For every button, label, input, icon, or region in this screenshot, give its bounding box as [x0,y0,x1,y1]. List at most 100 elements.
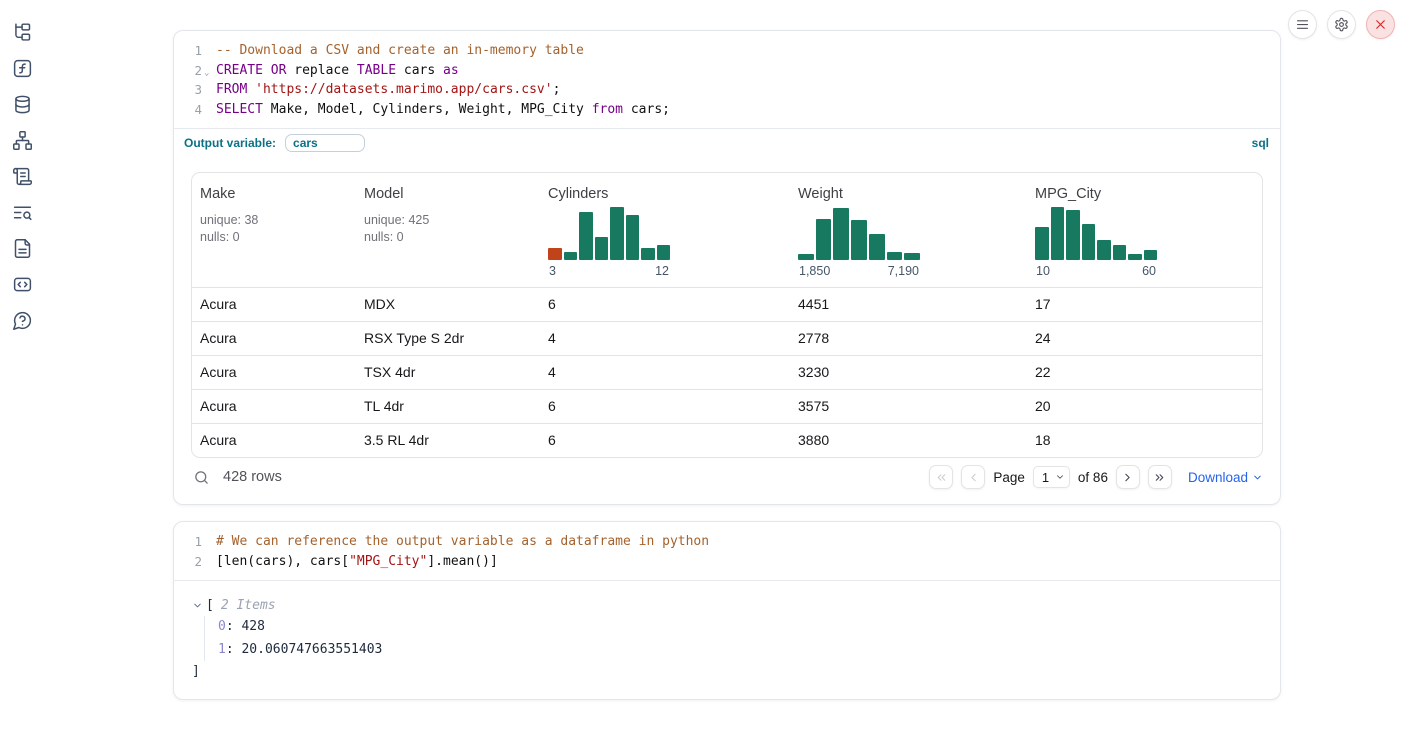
fold-line-icon[interactable]: ⌄ [204,64,209,84]
histogram-cylinders[interactable]: 312 [548,205,670,278]
table-row: AcuraRSX Type S 2dr4277824 [192,321,1262,355]
table-cell: 24 [1027,322,1262,355]
collapse-chevron-icon[interactable] [192,600,203,611]
histogram-bar[interactable] [1051,207,1065,260]
table-cell: 6 [540,288,790,321]
page-select[interactable]: 1 [1033,466,1070,488]
close-icon[interactable] [1366,10,1395,39]
table-cell: 4 [540,322,790,355]
output-variable-input[interactable] [285,134,365,152]
table-footer: 428 rows Page 1 of 86 [191,465,1263,504]
column-stats: unique: 38nulls: 0 [200,212,348,245]
histogram-bar[interactable] [595,237,609,260]
code-line: 2[len(cars), cars["MPG_City"].mean()] [174,552,1280,572]
histogram-bar[interactable] [869,234,885,260]
notebook: 1 -- Download a CSV and create an in-memo… [173,30,1281,700]
histogram-bar[interactable] [1082,224,1096,260]
table-cell: 18 [1027,424,1262,457]
histogram-mpg_city[interactable]: 1060 [1035,205,1157,278]
column-stats: unique: 425nulls: 0 [364,212,532,245]
row-count: 428 rows [223,469,282,485]
histogram-bar[interactable] [1113,245,1127,260]
open-bracket: [ [206,595,214,616]
column-header-make[interactable]: Make unique: 38nulls: 0 [192,173,356,287]
histogram-bar[interactable] [887,252,903,260]
page-select-value: 1 [1042,470,1049,485]
dependency-graph-icon[interactable] [10,128,34,152]
menu-icon[interactable] [1288,10,1317,39]
document-icon[interactable] [10,236,34,260]
pagination: Page 1 of 86 [929,465,1172,489]
histogram-bar[interactable] [1097,240,1111,260]
text-search-icon[interactable] [10,200,34,224]
histogram-bar[interactable] [641,248,655,260]
histogram-weight[interactable]: 1,8507,190 [798,205,920,278]
settings-gear-icon[interactable] [1327,10,1356,39]
table-cell: 2778 [790,322,1027,355]
last-page-button[interactable] [1148,465,1172,489]
column-header-weight[interactable]: Weight 1,8507,190 [790,173,1027,287]
column-label: Weight [798,186,1019,202]
histogram-axis-labels: 312 [548,264,670,278]
database-icon[interactable] [10,92,34,116]
sql-cell: 1 -- Download a CSV and create an in-memo… [173,30,1281,505]
line-number: 2 [174,552,202,572]
search-icon[interactable] [191,467,211,487]
histogram-bar[interactable] [610,207,624,260]
column-header-cylinders[interactable]: Cylinders 312 [540,173,790,287]
histogram-bar[interactable] [1128,254,1142,260]
page-label: Page [993,470,1025,485]
histogram-bar[interactable] [851,220,867,260]
code-line: 2⌄CREATE OR replace TABLE cars as [174,61,1280,81]
column-header-mpg_city[interactable]: MPG_City1060 [1027,173,1262,287]
histogram-bar[interactable] [626,215,640,260]
help-bubble-icon[interactable] [10,308,34,332]
table-cell: Acura [192,288,356,321]
scroll-log-icon[interactable] [10,164,34,188]
histogram-bar[interactable] [1144,250,1158,260]
next-page-button[interactable] [1116,465,1140,489]
histogram-bar[interactable] [657,245,671,260]
table-cell: RSX Type S 2dr [356,322,540,355]
code-snippet-icon[interactable] [10,272,34,296]
histogram-bar[interactable] [816,219,832,260]
histogram-bar[interactable] [833,208,849,260]
line-number: 2⌄ [174,61,202,81]
histogram-bar[interactable] [564,252,578,260]
table-cell: 3230 [790,356,1027,389]
column-header-model[interactable]: Modelunique: 425nulls: 0 [356,173,540,287]
tree-root: [ 2 Items [192,595,1262,616]
histogram-bar[interactable] [1066,210,1080,260]
table-row: AcuraTL 4dr6357520 [192,389,1262,423]
download-button[interactable]: Download [1188,470,1263,485]
histogram-bar[interactable] [579,212,593,260]
previous-page-button[interactable] [961,465,985,489]
function-square-icon[interactable] [10,56,34,80]
table-cell: 6 [540,390,790,423]
tree-entries: 0: 4281: 20.060747663551403 [204,616,1262,661]
output-variable-label: Output variable: [184,136,276,150]
code-tokens: -- Download a CSV and create an in-memor… [202,41,584,61]
table-cell: 3880 [790,424,1027,457]
file-tree-icon[interactable] [10,20,34,44]
table-body: AcuraMDX6445117AcuraRSX Type S 2dr427782… [192,288,1262,457]
histogram-bar[interactable] [1035,227,1049,260]
first-page-button[interactable] [929,465,953,489]
sql-editor[interactable]: 1-- Download a CSV and create an in-memo… [174,31,1280,128]
code-tokens: CREATE OR replace TABLE cars as [202,61,459,81]
histogram-bar[interactable] [904,253,920,260]
code-tokens: FROM 'https://datasets.marimo.app/cars.c… [202,80,560,100]
histogram-bar[interactable] [798,254,814,260]
tree-entry: 1: 20.060747663551403 [218,639,1262,662]
sidebar [0,0,44,332]
table-row: AcuraTSX 4dr4323022 [192,355,1262,389]
table-cell: Acura [192,424,356,457]
histogram-axis-labels: 1,8507,190 [798,264,920,278]
python-editor[interactable]: 1# We can reference the output variable … [174,522,1280,580]
python-cell: 1# We can reference the output variable … [173,521,1281,700]
histogram-bar[interactable] [548,248,562,260]
table-row: AcuraMDX6445117 [192,288,1262,321]
column-label: Make [200,186,348,202]
column-label: Cylinders [548,186,782,202]
python-output: [ 2 Items 0: 4281: 20.060747663551403 ] [174,580,1280,699]
